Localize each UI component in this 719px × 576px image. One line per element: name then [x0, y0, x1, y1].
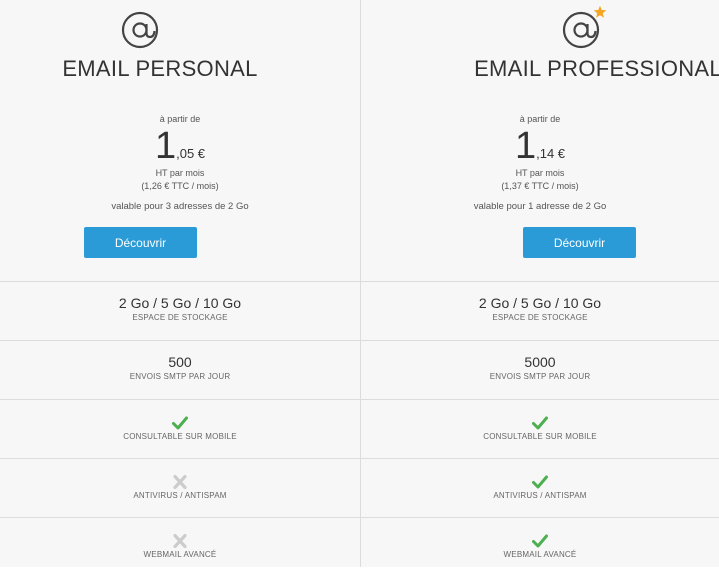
- price-cents: ,14 €: [536, 146, 566, 161]
- price-cents: ,05 €: [176, 146, 206, 161]
- plan-validity: valable pour 3 adresses de 2 Go: [111, 201, 249, 212]
- cross-icon: [172, 534, 188, 548]
- mobile-label: CONSULTABLE SUR MOBILE: [483, 432, 597, 441]
- feature-row-smtp: 500 ENVOIS SMTP PAR JOUR: [0, 340, 360, 399]
- feature-row-smtp: 5000 ENVOIS SMTP PAR JOUR: [361, 340, 719, 399]
- smtp-value: 5000: [524, 354, 556, 370]
- feature-row-storage: 2 Go / 5 Go / 10 Go ESPACE DE STOCKAGE: [0, 281, 360, 340]
- plan-card-professional: EMAIL PROFESSIONAL à partir de 1,14 € HT…: [361, 0, 719, 567]
- feature-row-webmail: WEBMAIL AVANCÉ: [0, 517, 360, 576]
- price-from-label: à partir de: [159, 114, 201, 124]
- at-sign-icon: [121, 11, 159, 49]
- price-ttc-label: (1,26 € TTC / mois): [141, 181, 219, 191]
- smtp-value: 500: [168, 354, 192, 370]
- price-main: 1: [514, 125, 537, 167]
- plan-header: EMAIL PROFESSIONAL à partir de 1,14 € HT…: [361, 0, 719, 281]
- storage-value: 2 Go / 5 Go / 10 Go: [478, 295, 602, 311]
- plan-title: EMAIL PROFESSIONAL: [474, 56, 719, 81]
- price-ht-label: HT par mois: [155, 168, 205, 178]
- feature-row-antivirus: ANTIVIRUS / ANTISPAM: [361, 458, 719, 517]
- check-icon: [532, 416, 548, 430]
- feature-row-mobile: CONSULTABLE SUR MOBILE: [0, 399, 360, 458]
- plan-header: EMAIL PERSONAL à partir de 1,05 € HT par…: [0, 0, 360, 281]
- discover-button[interactable]: Découvrir: [84, 227, 197, 258]
- check-icon: [172, 416, 188, 430]
- plan-card-personal: EMAIL PERSONAL à partir de 1,05 € HT par…: [0, 0, 360, 567]
- check-icon: [532, 475, 548, 489]
- storage-value: 2 Go / 5 Go / 10 Go: [118, 295, 242, 311]
- webmail-label: WEBMAIL AVANCÉ: [503, 550, 577, 559]
- star-icon: [593, 5, 607, 18]
- plan-price: 1,05 €: [0, 125, 360, 168]
- price-ttc-label: (1,37 € TTC / mois): [501, 181, 579, 191]
- feature-row-mobile: CONSULTABLE SUR MOBILE: [361, 399, 719, 458]
- mobile-label: CONSULTABLE SUR MOBILE: [123, 432, 237, 441]
- smtp-label: ENVOIS SMTP PAR JOUR: [129, 372, 231, 381]
- cross-icon: [172, 475, 188, 489]
- check-icon: [532, 534, 548, 548]
- antivirus-label: ANTIVIRUS / ANTISPAM: [133, 491, 227, 500]
- price-from-label: à partir de: [519, 114, 561, 124]
- plan-title: EMAIL PERSONAL: [62, 56, 258, 81]
- storage-label: ESPACE DE STOCKAGE: [492, 313, 588, 322]
- feature-row-webmail: WEBMAIL AVANCÉ: [361, 517, 719, 576]
- price-main: 1: [154, 125, 177, 167]
- antivirus-label: ANTIVIRUS / ANTISPAM: [493, 491, 587, 500]
- plan-price: 1,14 €: [361, 125, 719, 168]
- plan-validity: valable pour 1 adresse de 2 Go: [473, 201, 607, 212]
- smtp-label: ENVOIS SMTP PAR JOUR: [489, 372, 591, 381]
- feature-row-storage: 2 Go / 5 Go / 10 Go ESPACE DE STOCKAGE: [361, 281, 719, 340]
- price-ht-label: HT par mois: [515, 168, 565, 178]
- storage-label: ESPACE DE STOCKAGE: [132, 313, 228, 322]
- feature-row-antivirus: ANTIVIRUS / ANTISPAM: [0, 458, 360, 517]
- webmail-label: WEBMAIL AVANCÉ: [143, 550, 217, 559]
- discover-button[interactable]: Découvrir: [523, 227, 636, 258]
